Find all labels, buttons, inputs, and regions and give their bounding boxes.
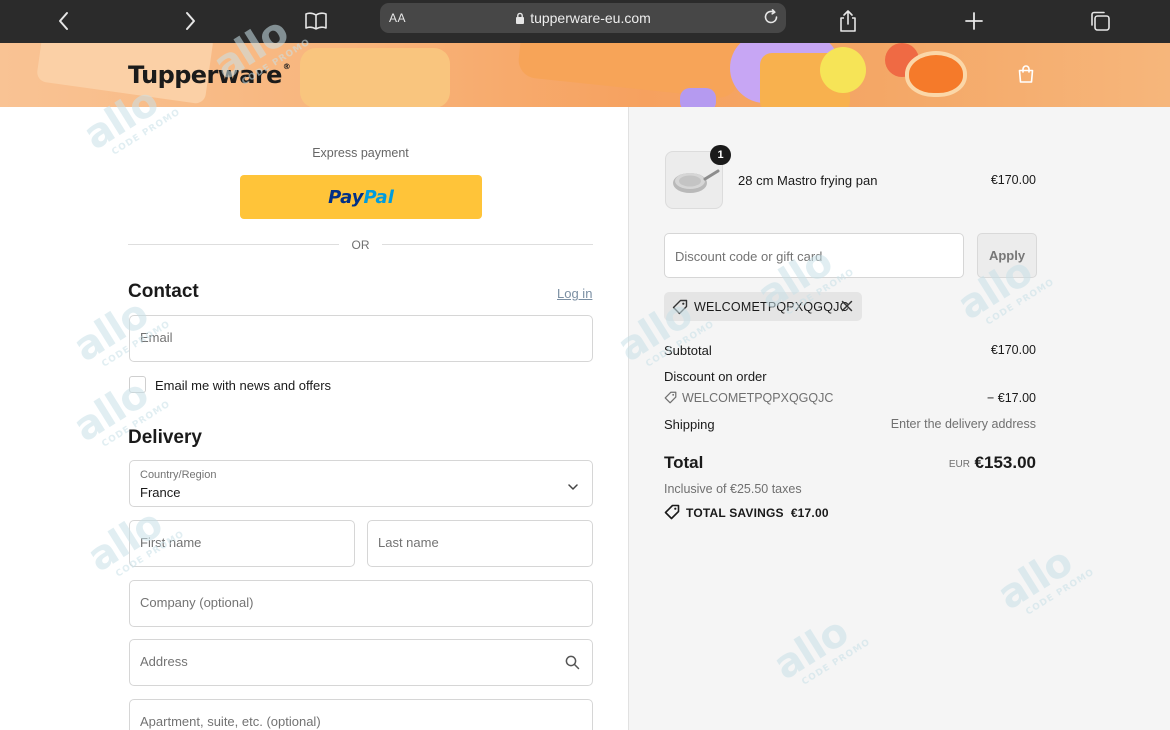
address-field[interactable]: Address (129, 639, 593, 686)
discount-code-input[interactable]: Discount code or gift card (664, 233, 964, 278)
chevron-right-icon[interactable] (175, 6, 205, 36)
close-icon[interactable] (840, 299, 854, 318)
hero-banner: Tupperware® (0, 43, 1170, 107)
applied-discount-chip: WELCOMETPQPXQGQJC (664, 292, 862, 321)
total-savings: TOTAL SAVINGS €17.00 (664, 504, 829, 520)
total-value: €153.00 (974, 453, 1036, 472)
bag-icon[interactable] (1016, 64, 1036, 89)
apply-button[interactable]: Apply (977, 233, 1037, 278)
banner-decoration (820, 47, 866, 93)
country-select[interactable]: Country/Region France (129, 460, 593, 507)
checkout-form: Express payment Pay Pal OR Contact Log in… (0, 107, 628, 730)
tag-icon (664, 504, 686, 520)
chevron-down-icon (568, 478, 578, 496)
discount-label: Discount on order (664, 369, 767, 384)
tag-icon (664, 391, 677, 407)
company-placeholder: Company (optional) (140, 595, 254, 610)
contact-heading: Contact (128, 281, 199, 302)
book-icon[interactable] (301, 6, 331, 36)
tabs-icon[interactable] (1085, 6, 1115, 36)
or-label: OR (351, 238, 370, 252)
tag-icon (672, 299, 688, 320)
login-link[interactable]: Log in (557, 286, 592, 301)
applied-code: WELCOMETPQPXQGQJC (694, 300, 849, 314)
paypal-logo-part: Pal (363, 186, 394, 208)
country-label: Country/Region (140, 469, 217, 481)
tupperware-logo[interactable]: Tupperware® (128, 61, 291, 89)
total-label: Total (664, 453, 704, 472)
chevron-left-icon[interactable] (49, 6, 79, 36)
country-value: France (140, 485, 181, 500)
or-separator: OR (128, 237, 593, 253)
product-name: 28 cm Mastro frying pan (738, 173, 878, 188)
quantity-badge: 1 (710, 145, 731, 165)
shipping-label: Shipping (664, 417, 715, 432)
order-summary: 1 28 cm Mastro frying pan €170.00 Discou… (628, 107, 1170, 730)
discount-code-text: WELCOMETPQPXQGQJC (682, 391, 834, 405)
discount-placeholder: Discount code or gift card (675, 249, 823, 264)
email-field[interactable]: Email (129, 315, 593, 362)
product-price: €170.00 (990, 173, 1036, 187)
savings-label: TOTAL SAVINGS (686, 506, 784, 520)
discount-value: − €17.00 (986, 391, 1036, 405)
banner-decoration (905, 51, 967, 97)
lock-icon (515, 11, 525, 27)
first-name-field[interactable]: First name (129, 520, 355, 567)
share-icon[interactable] (833, 6, 863, 36)
last-name-placeholder: Last name (378, 535, 439, 550)
url-text: tupperware-eu.com (530, 10, 651, 26)
discount-code-row: WELCOMETPQPXQGQJC (664, 391, 833, 407)
savings-value: €17.00 (790, 506, 829, 520)
first-name-placeholder: First name (140, 535, 202, 550)
apartment-field[interactable]: Apartment, suite, etc. (optional) (129, 699, 593, 730)
apartment-placeholder: Apartment, suite, etc. (optional) (140, 714, 321, 729)
banner-decoration (300, 48, 450, 107)
address-bar[interactable]: AA tupperware-eu.com (380, 3, 786, 33)
plus-icon[interactable] (959, 6, 989, 36)
banner-decoration (680, 88, 716, 107)
search-icon (565, 655, 580, 675)
subtotal-label: Subtotal (664, 343, 712, 358)
company-field[interactable]: Company (optional) (129, 580, 593, 627)
subtotal-value: €170.00 (990, 343, 1036, 357)
tax-note: Inclusive of €25.50 taxes (664, 482, 802, 496)
email-placeholder: Email (140, 330, 173, 345)
delivery-heading: Delivery (128, 427, 202, 448)
shipping-value: Enter the delivery address (890, 417, 1036, 431)
newsletter-checkbox[interactable] (129, 376, 146, 393)
total-currency: EUR (948, 459, 970, 470)
paypal-logo-part: Pay (328, 186, 364, 208)
express-payment-title: Express payment (312, 146, 409, 160)
divider (382, 244, 593, 245)
paypal-button[interactable]: Pay Pal (240, 175, 482, 219)
browser-toolbar: AA tupperware-eu.com (0, 0, 1170, 43)
address-placeholder: Address (140, 654, 188, 669)
newsletter-label[interactable]: Email me with news and offers (155, 378, 331, 393)
reload-icon[interactable] (762, 8, 780, 31)
last-name-field[interactable]: Last name (367, 520, 593, 567)
